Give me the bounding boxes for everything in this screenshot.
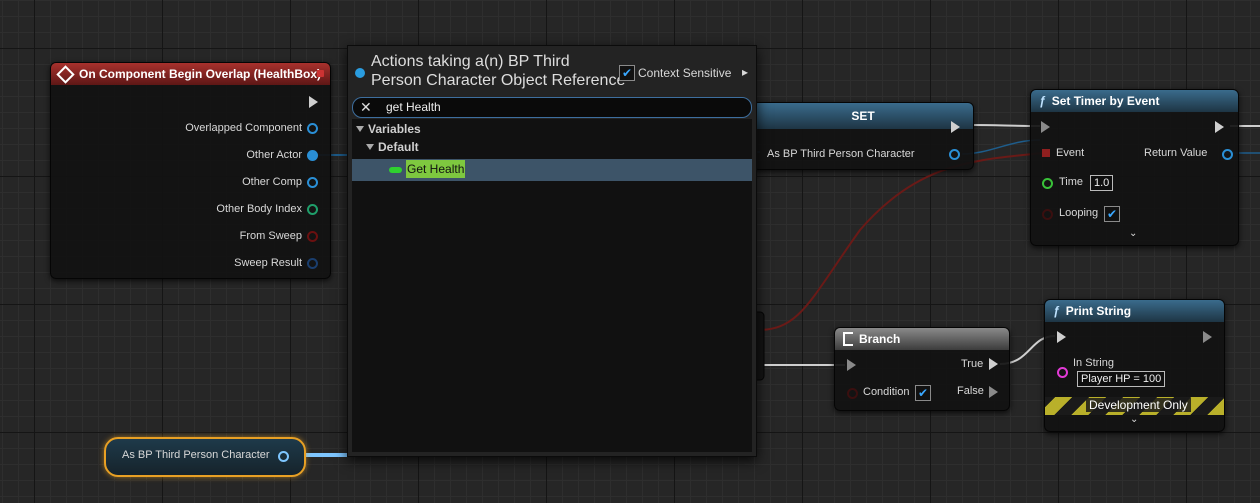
time-input[interactable]: 1.0 <box>1090 175 1114 191</box>
timer-node-header: ƒ Set Timer by Event <box>1031 90 1238 112</box>
context-expand-icon[interactable]: ▸ <box>742 65 748 79</box>
exec-true-pin[interactable] <box>989 358 998 370</box>
action-item-get-health[interactable]: Get Health <box>352 159 752 181</box>
variable-node-as-bp-third-person[interactable]: As BP Third Person Character <box>104 437 306 477</box>
action-list[interactable]: Variables Default Get Health <box>352 119 752 452</box>
print-node-title: Print String <box>1065 304 1132 318</box>
condition-pin[interactable] <box>847 388 858 399</box>
event-node-title: On Component Begin Overlap (HealthBox) <box>79 67 322 81</box>
exec-in-pin[interactable] <box>847 359 856 371</box>
variable-node-label: As BP Third Person Character <box>122 449 270 461</box>
time-pin[interactable] <box>1042 178 1053 189</box>
event-pin-label: Event <box>1056 147 1085 159</box>
delegate-wire <box>757 152 1043 331</box>
exec-in-pin[interactable] <box>1041 121 1050 133</box>
return-value-pin[interactable] <box>1222 149 1233 160</box>
set-node-header: SET <box>753 103 973 129</box>
branch-node[interactable]: Branch True Condition ✔ False <box>834 327 1010 411</box>
delegate-pin-icon[interactable] <box>317 70 324 77</box>
function-icon: ƒ <box>1039 94 1046 108</box>
action-item-label: Get Health <box>406 160 466 178</box>
event-delegate-pin[interactable] <box>1042 149 1050 157</box>
condition-label: Condition <box>863 386 910 398</box>
pin-label: Overlapped Component <box>185 122 302 134</box>
timer-node-title: Set Timer by Event <box>1051 94 1160 108</box>
set-node[interactable]: SET As BP Third Person Character <box>752 102 974 170</box>
branch-icon <box>843 332 853 346</box>
action-menu[interactable]: Actions taking a(n) BP Third Person Char… <box>347 45 757 457</box>
context-sensitive-checkbox[interactable]: ✔ <box>619 65 635 81</box>
branch-node-title: Branch <box>859 332 901 346</box>
expand-arrow-icon <box>356 126 364 132</box>
exec-in-pin[interactable] <box>1057 331 1066 343</box>
pin-other-actor[interactable] <box>307 150 318 161</box>
event-node-header: On Component Begin Overlap (HealthBox) <box>51 63 330 85</box>
exec-out-pin[interactable] <box>1203 331 1212 343</box>
chevron-down-icon[interactable]: ⌄ <box>1130 414 1138 425</box>
pin-other-body-index[interactable] <box>307 204 318 215</box>
in-string-input[interactable]: Player HP = 100 <box>1077 371 1166 387</box>
chevron-down-icon[interactable]: ⌄ <box>1129 228 1137 239</box>
subcategory-label: Default <box>378 140 419 154</box>
pin-overlapped-component[interactable] <box>307 123 318 134</box>
pin-sweep-result[interactable] <box>307 258 318 269</box>
set-pin-label: As BP Third Person Character <box>767 148 915 160</box>
false-label: False <box>957 385 984 397</box>
return-value-label: Return Value <box>1144 147 1208 159</box>
looping-pin-label: Looping <box>1059 207 1099 219</box>
pin-label: From Sweep <box>239 230 302 242</box>
exec-false-pin[interactable] <box>989 386 998 398</box>
variable-output-pin[interactable] <box>278 451 289 462</box>
set-output-pin[interactable] <box>949 149 960 160</box>
pin-from-sweep[interactable] <box>307 231 318 242</box>
true-label: True <box>961 358 984 370</box>
set-timer-node[interactable]: ƒ Set Timer by Event Event Return Value … <box>1030 89 1239 246</box>
action-menu-title: Actions taking a(n) BP Third Person Char… <box>371 52 625 90</box>
context-dot-icon <box>355 68 365 78</box>
event-icon <box>56 64 75 84</box>
print-node-header: ƒ Print String <box>1045 300 1224 322</box>
category-label: Variables <box>368 122 421 136</box>
print-string-node[interactable]: ƒ Print String In String Player HP = 100… <box>1044 299 1225 432</box>
pin-label: Other Comp <box>242 176 302 188</box>
development-only-label: Development Only <box>1086 398 1191 412</box>
expand-arrow-icon <box>366 144 374 150</box>
variable-pill-icon <box>389 167 402 173</box>
time-pin-label: Time <box>1059 176 1084 188</box>
pin-label: Sweep Result <box>234 257 302 269</box>
looping-checkbox[interactable]: ✔ <box>1104 206 1120 222</box>
branch-node-header: Branch <box>835 328 1009 350</box>
context-sensitive-label: Context Sensitive <box>638 66 732 80</box>
set-node-title: SET <box>851 109 875 123</box>
category-row-variables[interactable]: Variables <box>352 119 752 139</box>
in-string-pin[interactable] <box>1057 367 1068 378</box>
in-string-label: In String <box>1073 357 1114 369</box>
pin-label: Other Actor <box>246 149 302 161</box>
exec-out-pin[interactable] <box>1215 121 1224 133</box>
exec-out-pin[interactable] <box>951 121 960 133</box>
pin-label: Other Body Index <box>216 203 302 215</box>
search-input[interactable]: get Health <box>386 100 441 114</box>
condition-checkbox[interactable]: ✔ <box>915 385 931 401</box>
action-menu-title-line1: Actions taking a(n) BP Third <box>371 53 570 70</box>
search-field[interactable]: ✕ get Health <box>352 97 752 118</box>
action-menu-title-line2: Person Character Object Reference <box>371 72 626 89</box>
close-icon[interactable]: ✕ <box>360 99 372 116</box>
pin-other-comp[interactable] <box>307 177 318 188</box>
event-node-begin-overlap[interactable]: On Component Begin Overlap (HealthBox) O… <box>50 62 331 279</box>
exec-out-pin[interactable] <box>309 96 318 108</box>
looping-pin[interactable] <box>1042 209 1053 220</box>
function-icon: ƒ <box>1053 304 1060 318</box>
category-row-default[interactable]: Default <box>352 137 752 157</box>
